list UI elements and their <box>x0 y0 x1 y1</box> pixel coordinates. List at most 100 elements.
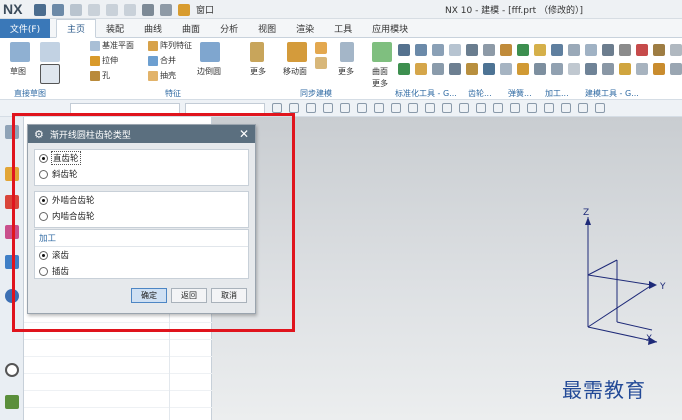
tool-icon-x[interactable] <box>534 63 546 75</box>
tool-icon-l[interactable] <box>619 44 631 56</box>
touch-mode-icon[interactable] <box>160 3 172 16</box>
group-label-direct-sketch[interactable]: 直接草图 <box>14 88 46 99</box>
file-menu[interactable]: 文件(F) <box>0 19 50 38</box>
more-button-3[interactable]: 更多 <box>372 78 388 89</box>
tool-icon-ad[interactable] <box>636 63 648 75</box>
tool-icon-ae[interactable] <box>653 63 665 75</box>
tool-icon-h[interactable] <box>551 44 563 56</box>
cut-icon[interactable] <box>88 3 100 16</box>
surface-icon[interactable] <box>372 42 392 62</box>
tab-applications[interactable]: 应用模块 <box>362 19 418 38</box>
redo-icon[interactable] <box>70 3 82 16</box>
roles-icon[interactable] <box>5 395 19 409</box>
tool-icon-ab[interactable] <box>602 63 614 75</box>
more-button-2[interactable]: 更多 <box>338 66 354 77</box>
group-label-spring[interactable]: 弹簧... <box>508 88 532 99</box>
tab-assembly[interactable]: 装配 <box>96 19 134 38</box>
tool-icon-af[interactable] <box>670 63 682 75</box>
gear-tool-icon[interactable] <box>466 44 478 56</box>
group-label-sync-modeling[interactable]: 同步建模 <box>300 88 332 99</box>
snap-icon-13[interactable] <box>476 103 486 113</box>
snap-icon-15[interactable] <box>510 103 520 113</box>
snap-icon-17[interactable] <box>544 103 554 113</box>
replace-face-icon[interactable] <box>315 57 327 69</box>
tool-icon-i[interactable] <box>568 44 580 56</box>
tab-surface[interactable]: 曲面 <box>172 19 210 38</box>
rectangle-icon[interactable] <box>40 64 60 84</box>
copy-icon[interactable] <box>106 3 118 16</box>
tool-icon-z[interactable] <box>568 63 580 75</box>
more-features-icon[interactable] <box>250 42 264 62</box>
tool-icon-n[interactable] <box>653 44 665 56</box>
tab-analysis[interactable]: 分析 <box>210 19 248 38</box>
hole-button[interactable]: 孔 <box>90 70 110 81</box>
tool-icon-y[interactable] <box>551 63 563 75</box>
paste-icon[interactable] <box>124 3 136 16</box>
group-label-building[interactable]: 建模工具 - G... <box>585 88 639 99</box>
snap-icon-10[interactable] <box>425 103 435 113</box>
tool-icon-aa[interactable] <box>585 63 597 75</box>
snap-icon-9[interactable] <box>408 103 418 113</box>
snap-icon-3[interactable] <box>306 103 316 113</box>
group-label-feature[interactable]: 特征 <box>165 88 181 99</box>
tool-icon-r[interactable] <box>432 63 444 75</box>
tool-icon-s[interactable] <box>449 63 461 75</box>
snap-icon-12[interactable] <box>459 103 469 113</box>
edge-blend-button[interactable]: 边倒圆 <box>197 66 221 77</box>
group-label-machining[interactable]: 加工... <box>545 88 569 99</box>
tab-tools[interactable]: 工具 <box>324 19 362 38</box>
save-icon[interactable] <box>34 3 46 16</box>
offset-face-icon[interactable] <box>315 42 327 54</box>
group-label-standard-tools[interactable]: 标准化工具 - G... <box>395 88 457 99</box>
snap-icon-14[interactable] <box>493 103 503 113</box>
unite-button[interactable]: 合并 <box>148 55 176 66</box>
tool-icon-f[interactable] <box>517 44 529 56</box>
surface-button[interactable]: 曲面 <box>372 66 388 77</box>
snap-icon-18[interactable] <box>561 103 571 113</box>
tool-icon-g[interactable] <box>534 44 546 56</box>
snap-icon-6[interactable] <box>357 103 367 113</box>
tool-icon-k[interactable] <box>602 44 614 56</box>
group-label-gear[interactable]: 齿轮... <box>468 88 492 99</box>
tool-icon-a[interactable] <box>398 44 410 56</box>
snap-icon-19[interactable] <box>578 103 588 113</box>
tool-icon-p[interactable] <box>398 63 410 75</box>
spring-tool-icon[interactable] <box>483 44 495 56</box>
move-face-button[interactable]: 移动面 <box>283 66 307 77</box>
tool-icon-v[interactable] <box>500 63 512 75</box>
tool-icon-o[interactable] <box>670 44 682 56</box>
snap-icon-1[interactable] <box>272 103 282 113</box>
snap-icon-4[interactable] <box>323 103 333 113</box>
tool-icon-ac[interactable] <box>619 63 631 75</box>
tab-home[interactable]: 主页 <box>56 19 97 38</box>
tool-icon-w[interactable] <box>517 63 529 75</box>
tool-icon-e[interactable] <box>500 44 512 56</box>
snap-icon-2[interactable] <box>289 103 299 113</box>
snap-icon-16[interactable] <box>527 103 537 113</box>
sketch-button[interactable]: 草图 <box>10 66 26 77</box>
undo-icon[interactable] <box>52 3 64 16</box>
curve-tool-icon[interactable] <box>40 42 60 62</box>
tool-icon-j[interactable] <box>585 44 597 56</box>
window-icon[interactable] <box>178 3 190 16</box>
snap-icon-5[interactable] <box>340 103 350 113</box>
extrude-button[interactable]: 拉伸 <box>90 55 118 66</box>
tool-icon-b[interactable] <box>415 44 427 56</box>
move-face-icon[interactable] <box>287 42 307 62</box>
window-menu[interactable]: 窗口 <box>196 3 214 16</box>
shell-button[interactable]: 抽壳 <box>148 70 176 81</box>
history-icon[interactable] <box>5 363 19 377</box>
array-feature-button[interactable]: 阵列特征 <box>148 40 192 51</box>
repeat-icon[interactable] <box>142 3 154 16</box>
tool-icon-c[interactable] <box>432 44 444 56</box>
tab-view[interactable]: 视图 <box>248 19 286 38</box>
more-sync-icon[interactable] <box>340 42 354 62</box>
tool-icon-q[interactable] <box>415 63 427 75</box>
snap-icon-11[interactable] <box>442 103 452 113</box>
snap-icon-7[interactable] <box>374 103 384 113</box>
tab-render[interactable]: 渲染 <box>286 19 324 38</box>
tool-icon-t[interactable] <box>466 63 478 75</box>
datum-plane-button[interactable]: 基准平面 <box>90 40 134 51</box>
edge-blend-icon[interactable] <box>200 42 220 62</box>
tool-icon-d[interactable] <box>449 44 461 56</box>
